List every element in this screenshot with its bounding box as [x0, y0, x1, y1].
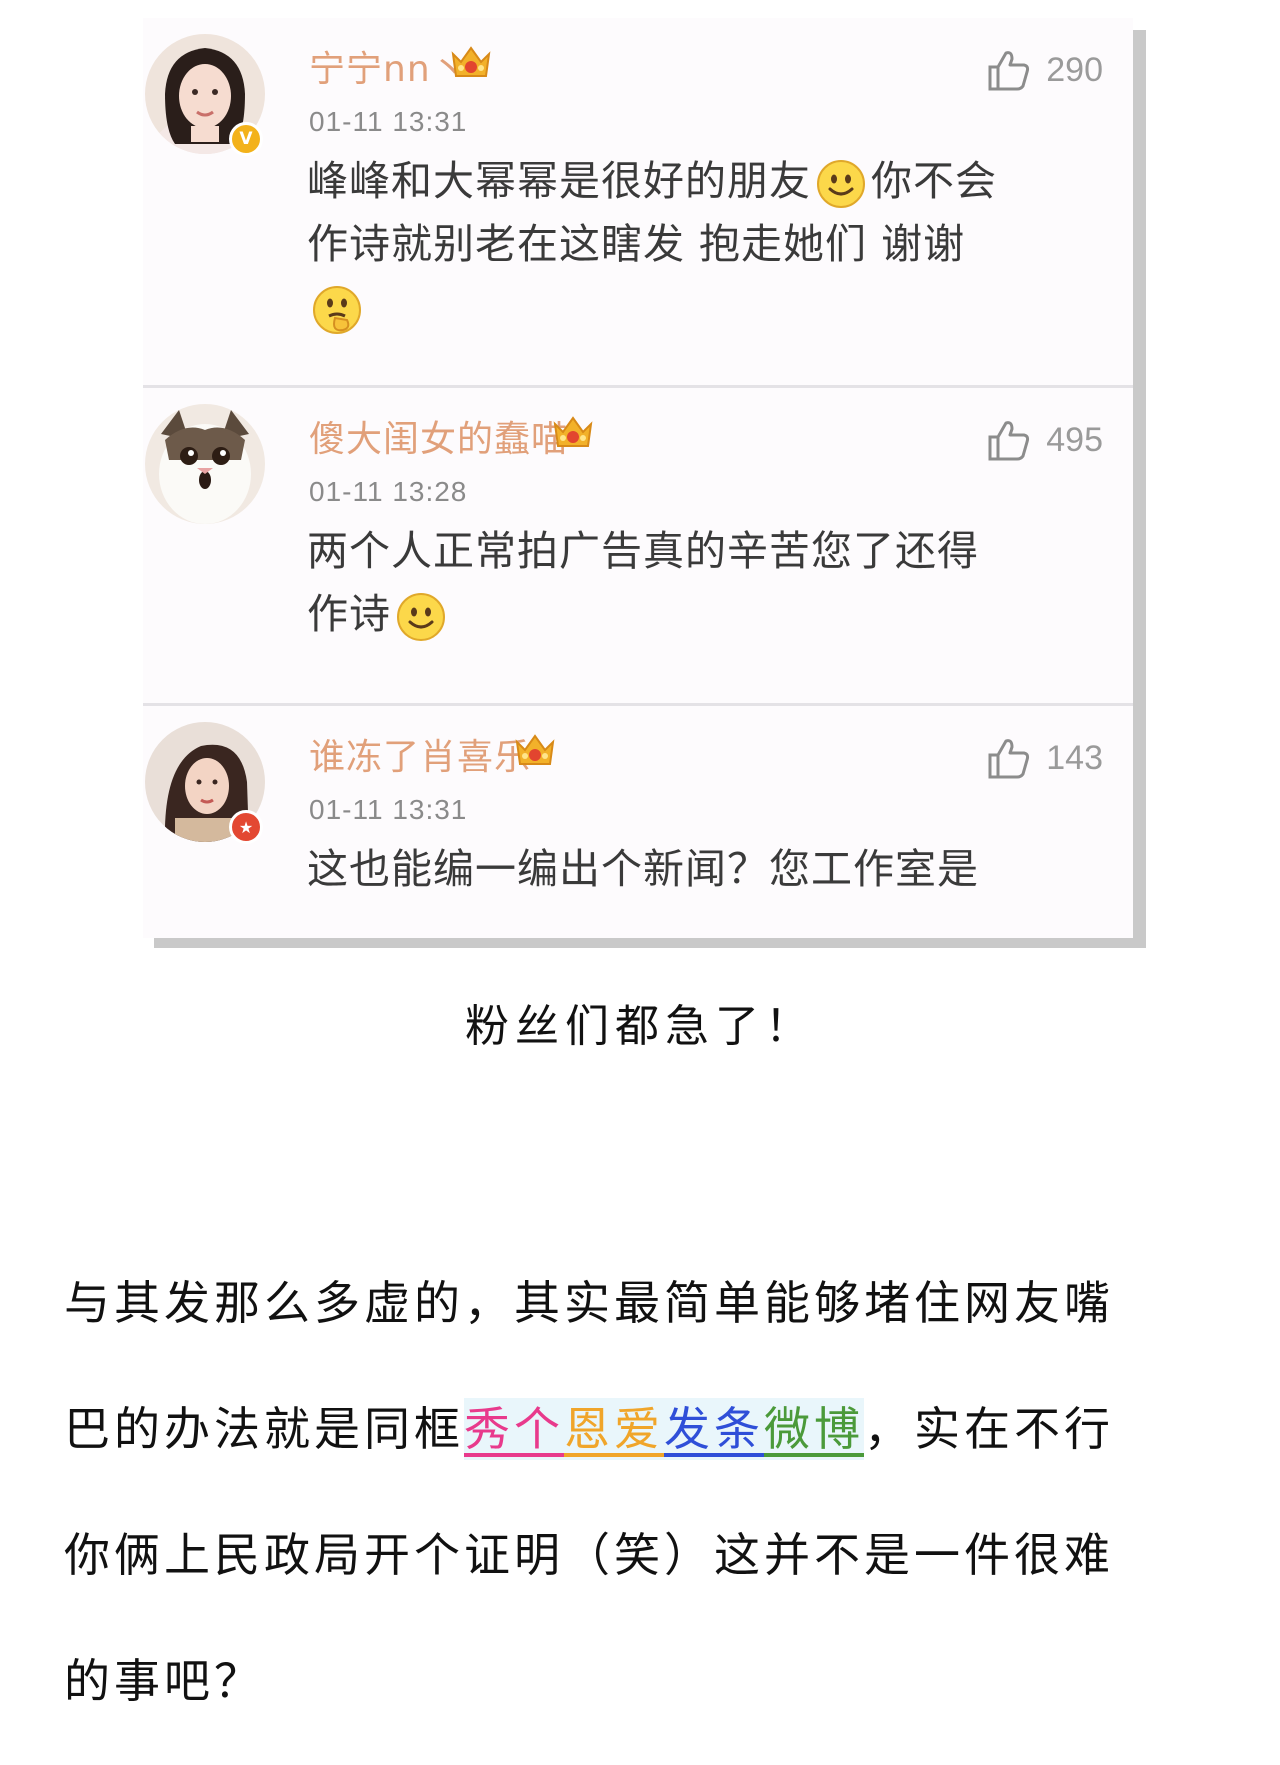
highlight-segment: 发条: [664, 1402, 764, 1456]
comment-timestamp: 01-11 13:31: [309, 794, 468, 825]
comment-text: 这也能编一编出个新闻？您工作室是: [307, 838, 1015, 901]
thumbs-up-icon: [988, 421, 1030, 461]
thumbs-up-icon: [988, 739, 1030, 779]
comment-text: 两个人正常拍广告真的辛苦您了还得作诗: [307, 520, 1015, 646]
like-button[interactable]: 495: [986, 412, 1103, 468]
article-text: 巴的办法就是同框: [64, 1402, 464, 1456]
thumbs-up-icon: [988, 51, 1030, 91]
comment-timestamp: 01-11 13:28: [309, 476, 468, 507]
smile-emoji-icon: [817, 160, 865, 208]
highlight-segment: 秀个: [464, 1402, 564, 1456]
crown-vip-icon: [515, 734, 555, 765]
highlighted-phrase: 秀个恩爱发条微博: [464, 1398, 864, 1460]
highlight-segment: 恩爱: [564, 1402, 664, 1456]
comment-item: 傻大闺女的蠢喵 01-11 13:28 495 两个人正常拍广告真的辛苦您了还得…: [143, 388, 1133, 706]
like-button[interactable]: 290: [986, 42, 1103, 98]
comment-username[interactable]: 傻大闺女的蠢喵: [309, 410, 568, 462]
article-line: 巴的办法就是同框秀个恩爱发条微博，实在不行: [64, 1366, 1224, 1492]
article-text: ，实在不行: [864, 1402, 1114, 1456]
article-line: 与其发那么多虚的，其实最简单能够堵住网友嘴: [64, 1276, 1114, 1330]
verified-badge-icon: V: [229, 122, 263, 156]
thinking-emoji-icon: [313, 286, 361, 334]
like-count: 143: [1046, 738, 1103, 777]
highlight-segment: 微博: [764, 1402, 864, 1456]
article-line: 你俩上民政局开个证明（笑）这并不是一件很难: [64, 1528, 1114, 1582]
comment-list: V 宁宁nn丶 01-11 13:31 290 峰峰和大幂幂是很好的朋友 你不会…: [143, 18, 1133, 938]
comment-text: 峰峰和大幂幂是很好的朋友 你不会作诗就别老在这瞎发 抱走她们 谢谢: [307, 150, 1015, 339]
star-badge-icon: ★: [229, 810, 263, 844]
comment-timestamp: 01-11 13:31: [309, 106, 468, 137]
crown-vip-icon: [553, 416, 593, 447]
comment-item: V 宁宁nn丶 01-11 13:31 290 峰峰和大幂幂是很好的朋友 你不会…: [143, 18, 1133, 388]
comment-text-part: 这也能编一编出个新闻？您工作室是: [307, 845, 979, 893]
article-line: 的事吧？: [64, 1654, 264, 1708]
avatar[interactable]: [145, 404, 265, 524]
comment-text-part: 峰峰和大幂幂是很好的朋友: [307, 157, 811, 205]
crown-vip-icon: [451, 46, 491, 77]
like-button[interactable]: 143: [986, 730, 1103, 786]
like-count: 495: [1046, 420, 1103, 459]
caption: 粉丝们都急了！: [465, 1001, 815, 1052]
like-count: 290: [1046, 50, 1103, 89]
comment-username[interactable]: 宁宁nn丶: [309, 40, 468, 92]
comment-item: ★ 谁冻了肖喜乐 01-11 13:31 143 这也能编一编出个新闻？您工作室…: [143, 706, 1133, 938]
smile-emoji-icon: [397, 593, 445, 641]
comment-username[interactable]: 谁冻了肖喜乐: [309, 728, 531, 780]
article-paragraph: 与其发那么多虚的，其实最简单能够堵住网友嘴 巴的办法就是同框秀个恩爱发条微博，实…: [64, 1240, 1224, 1744]
